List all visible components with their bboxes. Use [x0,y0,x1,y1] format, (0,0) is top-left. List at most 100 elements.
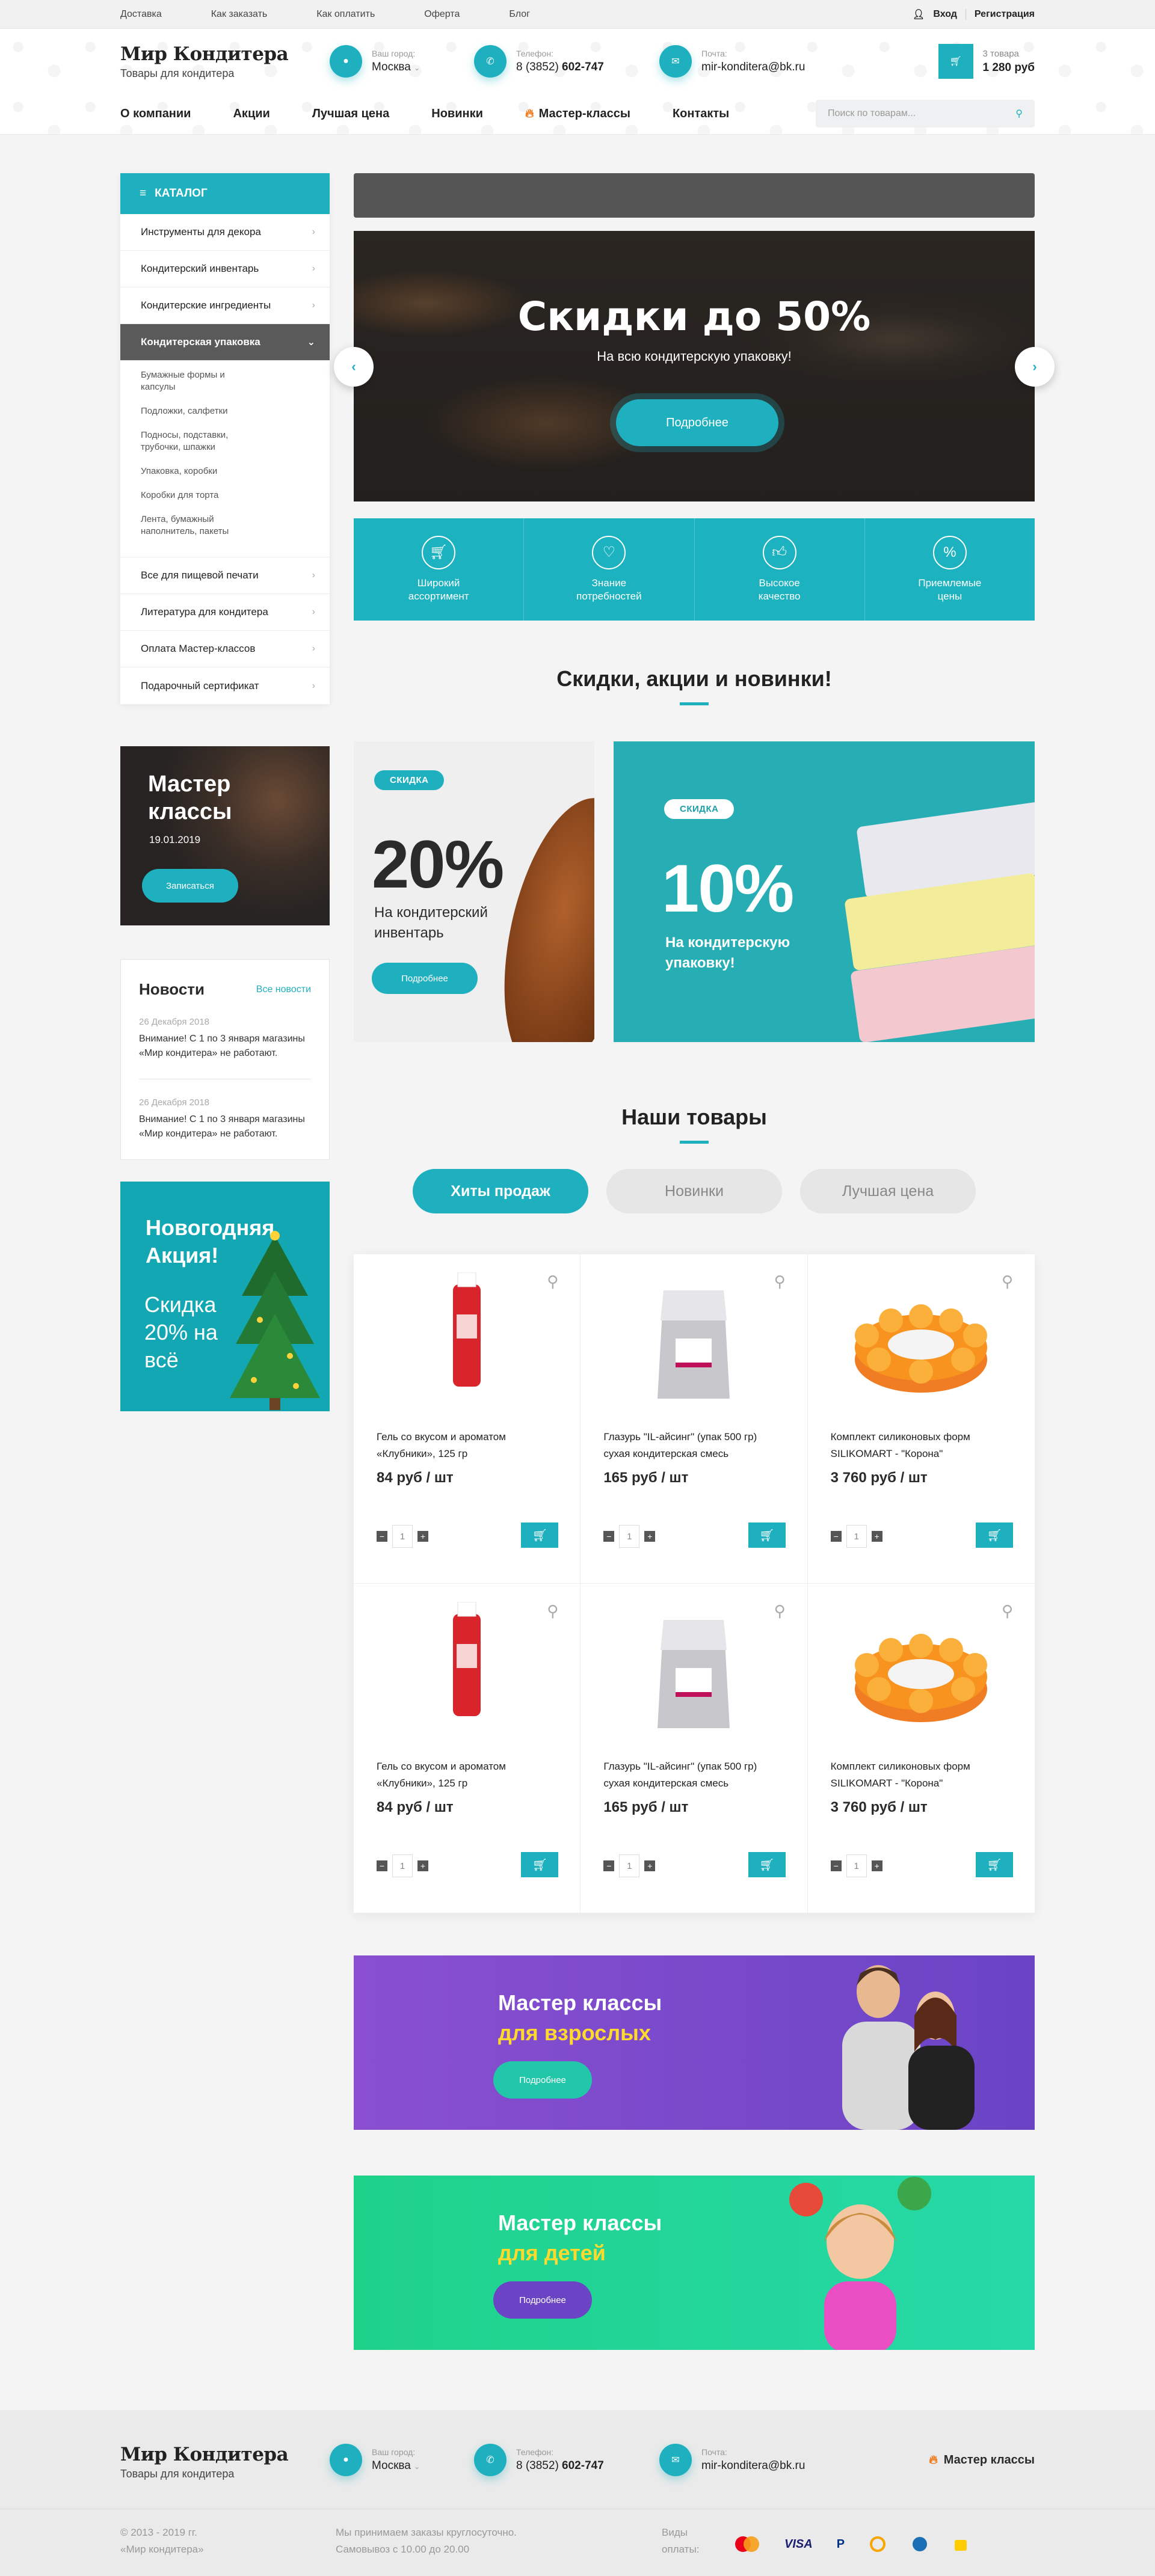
product-name[interactable]: Гель со вкусом и ароматом «Клубники», 12… [377,1758,557,1796]
nav-new[interactable]: Новинки [431,107,483,121]
plus-icon[interactable]: + [871,1860,882,1871]
logo[interactable]: Мир Кондитера Товары для кондитера [120,43,289,80]
product-name[interactable]: Комплект силиконовых форм SILIKOMART - "… [831,1429,1012,1466]
minus-icon[interactable]: − [830,1860,842,1871]
plus-icon[interactable]: + [417,1531,428,1542]
slider-prev-arrow-icon[interactable]: ‹ [334,347,374,387]
catalog-subitem[interactable]: Коробки для торта [141,489,309,501]
product-card[interactable]: ⚲ Глазурь "IL-айсинг" (упак 500 гр) суха… [581,1254,808,1584]
catalog-item[interactable]: Подарочный сертификат › [120,667,330,704]
topbar-link-how-to-order[interactable]: Как заказать [211,9,268,20]
register-link[interactable]: Регистрация [975,9,1035,20]
minus-icon[interactable]: − [377,1531,387,1542]
quantity-input[interactable]: 1 [846,1854,867,1877]
catalog-item[interactable]: Кондитерские ингредиенты › [120,287,330,324]
product-name[interactable]: Комплект силиконовых форм SILIKOMART - "… [831,1758,1012,1796]
topbar-link-how-to-pay[interactable]: Как оплатить [316,9,375,20]
add-to-cart-button[interactable]: 🛒︎ [976,1523,1013,1548]
tab-bestsellers[interactable]: Хиты продаж [413,1169,588,1213]
footer-phone-number[interactable]: 602-747 [562,2459,604,2472]
quantity-input[interactable]: 1 [846,1525,867,1548]
add-to-cart-button[interactable]: 🛒︎ [748,1852,786,1877]
product-card[interactable]: ⚲ Комплект силиконовых форм SILIKOMART -… [807,1254,1035,1584]
signup-button[interactable]: Записаться [142,869,238,903]
zoom-icon[interactable]: ⚲ [1002,1602,1013,1621]
add-to-cart-button[interactable]: 🛒︎ [521,1852,559,1877]
zoom-icon[interactable]: ⚲ [1002,1272,1013,1291]
new-year-promo[interactable]: Новогодняя Акция! Скидка 20% на всё [120,1182,330,1411]
minus-icon[interactable]: − [603,1860,615,1871]
search-icon[interactable]: ⚲ [1015,108,1023,120]
mc-adults-more-button[interactable]: Подробнее [493,2061,592,2099]
slider-next-arrow-icon[interactable]: › [1015,347,1055,387]
banner-more-button[interactable]: Подробнее [372,963,478,994]
quantity-input[interactable]: 1 [619,1525,640,1548]
product-card[interactable]: ⚲ Гель со вкусом и ароматом «Клубники», … [354,1254,581,1584]
tab-best-price[interactable]: Лучшая цена [800,1169,976,1213]
minus-icon[interactable]: − [830,1531,842,1542]
nav-best-price[interactable]: Лучшая цена [312,107,389,121]
zoom-icon[interactable]: ⚲ [774,1272,786,1291]
product-name[interactable]: Глазурь "IL-айсинг" (упак 500 гр) сухая … [603,1758,784,1796]
masterclass-kids-banner[interactable]: Мастер классы для детей Подробнее [354,2176,1035,2350]
catalog-subitem[interactable]: Упаковка, коробки [141,465,309,477]
product-card[interactable]: ⚲ Гель со вкусом и ароматом «Клубники», … [354,1584,581,1913]
nav-masterclasses[interactable]: 🔥︎ Мастер-классы [525,107,630,121]
catalog-subitem[interactable]: Подносы, подставки, трубочки, шпажки [141,429,249,453]
zoom-icon[interactable]: ⚲ [547,1602,558,1621]
topbar-link-delivery[interactable]: Доставка [120,9,162,20]
zoom-icon[interactable]: ⚲ [547,1272,558,1291]
banner-packaging[interactable]: СКИДКА 10% На кондитерскую упаковку! [614,741,1035,1042]
add-to-cart-button[interactable]: 🛒︎ [521,1523,559,1548]
catalog-item[interactable]: Кондитерский инвентарь › [120,251,330,287]
mc-kids-more-button[interactable]: Подробнее [493,2281,592,2319]
nav-sales[interactable]: Акции [233,107,270,121]
topbar-link-offer[interactable]: Оферта [424,9,460,20]
footer-mail-value[interactable]: mir-konditera@bk.ru [701,2459,805,2473]
all-news-link[interactable]: Все новости [256,984,311,995]
footer-logo[interactable]: Мир Кондитера Товары для кондитера [120,2444,289,2480]
news-item[interactable]: 26 Декабря 2018 Внимание! С 1 по 3 январ… [139,1017,311,1079]
minus-icon[interactable]: − [603,1531,615,1542]
catalog-item[interactable]: Литература для кондитера › [120,594,330,631]
plus-icon[interactable]: + [417,1860,428,1871]
tab-new[interactable]: Новинки [606,1169,782,1213]
plus-icon[interactable]: + [871,1531,882,1542]
footer-city[interactable]: ● Ваш город: Москва ⌄ [330,2444,420,2476]
footer-masterclass-link[interactable]: 🔥︎ Мастер классы [929,2453,1035,2467]
product-name[interactable]: Глазурь "IL-айсинг" (упак 500 гр) сухая … [603,1429,784,1466]
city-selector[interactable]: ● Ваш город: Москва ⌄ [330,45,420,78]
phone-number[interactable]: 602-747 [562,61,604,73]
login-link[interactable]: Вход [933,9,957,20]
catalog-subitem[interactable]: Лента, бумажный наполнитель, пакеты [141,514,249,538]
add-to-cart-button[interactable]: 🛒︎ [748,1523,786,1548]
plus-icon[interactable]: + [644,1860,656,1871]
quantity-input[interactable]: 1 [392,1854,413,1877]
catalog-item[interactable]: Инструменты для декора › [120,214,330,251]
topbar-link-blog[interactable]: Блог [509,9,530,20]
masterclass-adults-banner[interactable]: Мастер классы для взрослых Подробнее [354,1955,1035,2130]
hero-more-button[interactable]: Подробнее [616,399,778,446]
news-item[interactable]: 26 Декабря 2018 Внимание! С 1 по 3 январ… [139,1097,311,1147]
catalog-header[interactable]: ≡ Каталог [120,173,330,214]
plus-icon[interactable]: + [644,1531,656,1542]
mail-value[interactable]: mir-konditera@bk.ru [701,61,805,74]
quantity-input[interactable]: 1 [619,1854,640,1877]
cart[interactable]: 🛒︎ 3 товара 1 280 руб [938,44,1035,79]
product-name[interactable]: Гель со вкусом и ароматом «Клубники», 12… [377,1429,557,1466]
nav-about[interactable]: О компании [120,107,191,121]
nav-contacts[interactable]: Контакты [673,107,729,121]
add-to-cart-button[interactable]: 🛒︎ [976,1852,1013,1877]
catalog-item[interactable]: Все для пищевой печати › [120,557,330,594]
banner-inventory[interactable]: СКИДКА 20% На кондитерский инвентарь Под… [354,741,594,1042]
catalog-subitem[interactable]: Бумажные формы и капсулы [141,369,237,393]
catalog-subitem[interactable]: Подложки, салфетки [141,405,309,417]
masterclass-card[interactable]: Мастер классы 19.01.2019 Записаться [120,746,330,925]
product-card[interactable]: ⚲ Глазурь "IL-айсинг" (упак 500 гр) суха… [581,1584,808,1913]
catalog-item-active[interactable]: Кондитерская упаковка ⌄ [120,324,330,361]
zoom-icon[interactable]: ⚲ [774,1602,786,1621]
search-input[interactable]: Поиск по товарам... ⚲ [816,100,1035,127]
catalog-item[interactable]: Оплата Мастер-классов › [120,631,330,667]
quantity-input[interactable]: 1 [392,1525,413,1548]
product-card[interactable]: ⚲ Комплект силиконовых форм SILIKOMART -… [807,1584,1035,1913]
